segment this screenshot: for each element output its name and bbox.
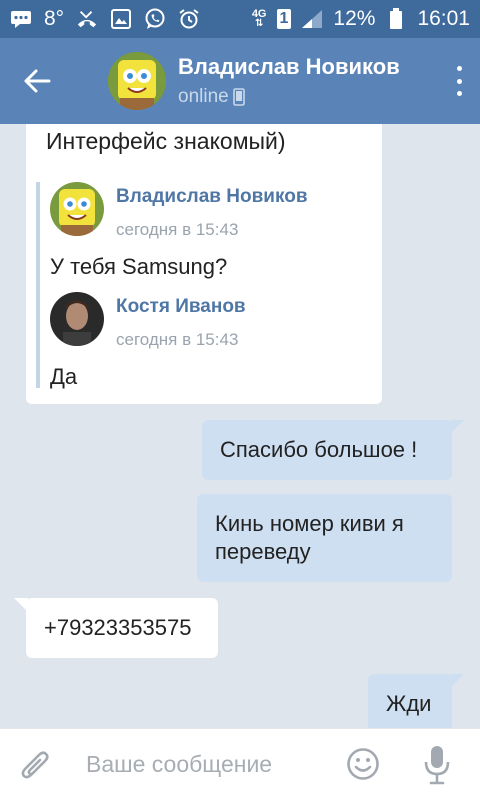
author-name[interactable]: Владислав Новиков [116, 186, 308, 208]
back-arrow-icon [24, 69, 51, 93]
avatar [50, 292, 104, 346]
message-text: +79323353575 [44, 615, 192, 640]
emoji-button[interactable] [346, 747, 380, 781]
missed-call-icon [76, 8, 98, 30]
message-input[interactable] [86, 751, 326, 778]
temperature-text: 8° [44, 7, 65, 30]
outgoing-message[interactable]: Жди [368, 674, 464, 728]
composer [0, 728, 480, 800]
signal-icon [301, 8, 323, 30]
outgoing-message[interactable]: Кинь номер киви я переведу [197, 494, 452, 582]
message-time: сегодня в 15:43 [116, 330, 239, 349]
phone-icon [232, 88, 245, 106]
forward-bar [36, 182, 40, 388]
message-line: переведу [215, 539, 311, 564]
clock-text: 16:01 [417, 7, 470, 30]
voice-message-button[interactable] [420, 743, 454, 787]
forwarded-message-text: Да [50, 364, 78, 389]
back-button[interactable] [0, 38, 74, 124]
message-time: сегодня в 15:43 [116, 220, 239, 239]
sim-slot-badge: 1 [276, 9, 292, 29]
message-line: Кинь номер киви я [215, 511, 404, 536]
battery-percent-text: 12% [333, 7, 376, 30]
alarm-icon [178, 8, 200, 30]
incoming-message[interactable]: +79323353575 [14, 598, 218, 658]
outgoing-message[interactable]: Спасибо большое ! [202, 420, 464, 480]
network-indicator: 4G ⇅ [251, 8, 267, 29]
contact-status-label: online [178, 86, 229, 107]
status-bar: 8° 4G ⇅ 1 12% 16:01 [0, 0, 480, 38]
chat-icon [10, 8, 32, 30]
attach-button[interactable] [0, 729, 70, 800]
message-list[interactable]: Интерфейс знакомый) Владислав Новиков се… [0, 124, 480, 728]
message-text: Интерфейс знакомый) [46, 128, 286, 154]
overflow-menu-icon[interactable] [454, 66, 464, 96]
contact-avatar[interactable] [108, 52, 166, 110]
gallery-icon [110, 8, 132, 30]
bubble-tail [450, 674, 464, 688]
mic-icon [424, 746, 450, 785]
contact-status: online [178, 86, 400, 108]
message-text: Спасибо большое ! [220, 437, 418, 462]
forwarded-message-header: Костя Иванов сегодня в 15:43 [50, 292, 246, 350]
attach-icon [21, 750, 49, 778]
forwarded-message-header: Владислав Новиков сегодня в 15:43 [50, 182, 308, 240]
emoji-icon [347, 748, 379, 780]
forwarded-message-text: У тебя Samsung? [50, 254, 228, 279]
avatar [50, 182, 104, 236]
author-name[interactable]: Костя Иванов [116, 296, 246, 318]
incoming-message-forwarded[interactable]: Интерфейс знакомый) Владислав Новиков се… [26, 124, 382, 404]
message-text: Кинь номер киви я переведу [215, 510, 404, 566]
conversation-header: Владислав Новиков online [0, 38, 480, 124]
whatsapp-icon [144, 8, 166, 30]
message-text: Жди [386, 691, 432, 716]
contact-name[interactable]: Владислав Новиков [178, 54, 400, 80]
battery-icon [385, 8, 407, 30]
bubble-tail [450, 420, 464, 434]
bubble-tail [14, 598, 28, 612]
